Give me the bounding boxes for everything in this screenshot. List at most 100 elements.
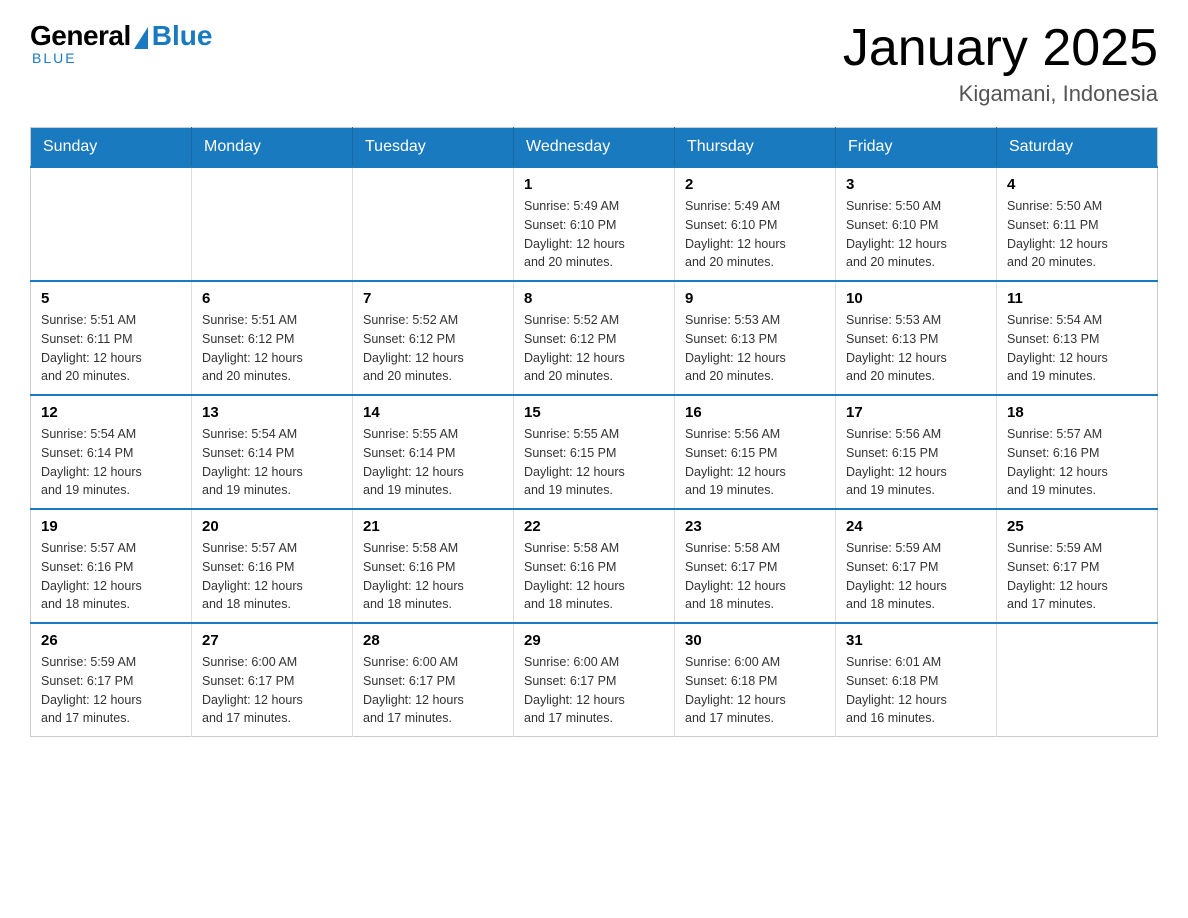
calendar-cell: 1 Sunrise: 5:49 AM Sunset: 6:10 PM Daylig… — [514, 167, 675, 281]
day-number: 11 — [1007, 290, 1147, 307]
logo-general-text: General — [30, 20, 131, 52]
weekday-header-saturday: Saturday — [997, 128, 1158, 168]
day-number: 21 — [363, 518, 503, 535]
day-info: Sunrise: 5:54 AM Sunset: 6:13 PM Dayligh… — [1007, 311, 1147, 386]
day-info: Sunrise: 6:00 AM Sunset: 6:17 PM Dayligh… — [524, 653, 664, 728]
calendar-cell — [997, 623, 1158, 737]
logo: General Blue Blue — [30, 20, 212, 66]
day-number: 4 — [1007, 176, 1147, 193]
calendar-cell: 11 Sunrise: 5:54 AM Sunset: 6:13 PM Dayli… — [997, 281, 1158, 395]
day-info: Sunrise: 5:52 AM Sunset: 6:12 PM Dayligh… — [524, 311, 664, 386]
calendar-cell: 23 Sunrise: 5:58 AM Sunset: 6:17 PM Dayli… — [675, 509, 836, 623]
day-info: Sunrise: 5:58 AM Sunset: 6:16 PM Dayligh… — [524, 539, 664, 614]
day-number: 30 — [685, 632, 825, 649]
day-info: Sunrise: 5:57 AM Sunset: 6:16 PM Dayligh… — [1007, 425, 1147, 500]
day-number: 1 — [524, 176, 664, 193]
calendar-cell: 3Sunrise: 5:50 AM Sunset: 6:10 PM Daylig… — [836, 167, 997, 281]
calendar-cell: 20 Sunrise: 5:57 AM Sunset: 6:16 PM Dayli… — [192, 509, 353, 623]
calendar-cell: 30 Sunrise: 6:00 AM Sunset: 6:18 PM Dayli… — [675, 623, 836, 737]
calendar-cell: 4 Sunrise: 5:50 AM Sunset: 6:11 PM Daylig… — [997, 167, 1158, 281]
day-info: Sunrise: 5:49 AM Sunset: 6:10 PM Dayligh… — [685, 197, 825, 272]
calendar-cell: 26 Sunrise: 5:59 AM Sunset: 6:17 PM Dayli… — [31, 623, 192, 737]
day-info: Sunrise: 5:55 AM Sunset: 6:14 PM Dayligh… — [363, 425, 503, 500]
calendar-cell: 13 Sunrise: 5:54 AM Sunset: 6:14 PM Dayli… — [192, 395, 353, 509]
day-info: Sunrise: 5:50 AM Sunset: 6:11 PM Dayligh… — [1007, 197, 1147, 272]
weekday-header-wednesday: Wednesday — [514, 128, 675, 168]
calendar-cell: 19Sunrise: 5:57 AM Sunset: 6:16 PM Dayli… — [31, 509, 192, 623]
calendar-cell: 22Sunrise: 5:58 AM Sunset: 6:16 PM Dayli… — [514, 509, 675, 623]
calendar-cell — [192, 167, 353, 281]
day-info: Sunrise: 5:55 AM Sunset: 6:15 PM Dayligh… — [524, 425, 664, 500]
day-number: 31 — [846, 632, 986, 649]
day-number: 10 — [846, 290, 986, 307]
calendar-week-row: 26 Sunrise: 5:59 AM Sunset: 6:17 PM Dayli… — [31, 623, 1158, 737]
page-title: January 2025 — [843, 20, 1158, 77]
calendar-table: SundayMondayTuesdayWednesdayThursdayFrid… — [30, 127, 1158, 737]
calendar-cell: 24 Sunrise: 5:59 AM Sunset: 6:17 PM Dayli… — [836, 509, 997, 623]
day-number: 8 — [524, 290, 664, 307]
calendar-cell: 16 Sunrise: 5:56 AM Sunset: 6:15 PM Dayli… — [675, 395, 836, 509]
day-number: 27 — [202, 632, 342, 649]
day-info: Sunrise: 5:58 AM Sunset: 6:16 PM Dayligh… — [363, 539, 503, 614]
weekday-header-friday: Friday — [836, 128, 997, 168]
day-info: Sunrise: 5:57 AM Sunset: 6:16 PM Dayligh… — [202, 539, 342, 614]
calendar-cell: 8 Sunrise: 5:52 AM Sunset: 6:12 PM Daylig… — [514, 281, 675, 395]
calendar-cell: 21 Sunrise: 5:58 AM Sunset: 6:16 PM Dayli… — [353, 509, 514, 623]
day-number: 3 — [846, 176, 986, 193]
calendar-cell: 15 Sunrise: 5:55 AM Sunset: 6:15 PM Dayli… — [514, 395, 675, 509]
day-number: 16 — [685, 404, 825, 421]
logo-tagline: Blue — [32, 50, 77, 66]
day-number: 14 — [363, 404, 503, 421]
day-info: Sunrise: 5:54 AM Sunset: 6:14 PM Dayligh… — [202, 425, 342, 500]
calendar-week-row: 1 Sunrise: 5:49 AM Sunset: 6:10 PM Daylig… — [31, 167, 1158, 281]
day-number: 24 — [846, 518, 986, 535]
calendar-cell — [353, 167, 514, 281]
calendar-cell: 27Sunrise: 6:00 AM Sunset: 6:17 PM Dayli… — [192, 623, 353, 737]
day-number: 17 — [846, 404, 986, 421]
day-info: Sunrise: 5:58 AM Sunset: 6:17 PM Dayligh… — [685, 539, 825, 614]
day-number: 5 — [41, 290, 181, 307]
page-subtitle: Kigamani, Indonesia — [843, 81, 1158, 107]
calendar-header-row: SundayMondayTuesdayWednesdayThursdayFrid… — [31, 128, 1158, 168]
calendar-cell: 31 Sunrise: 6:01 AM Sunset: 6:18 PM Dayli… — [836, 623, 997, 737]
calendar-cell — [31, 167, 192, 281]
day-info: Sunrise: 5:59 AM Sunset: 6:17 PM Dayligh… — [41, 653, 181, 728]
calendar-week-row: 12 Sunrise: 5:54 AM Sunset: 6:14 PM Dayli… — [31, 395, 1158, 509]
day-number: 12 — [41, 404, 181, 421]
day-number: 28 — [363, 632, 503, 649]
day-number: 25 — [1007, 518, 1147, 535]
day-info: Sunrise: 5:51 AM Sunset: 6:11 PM Dayligh… — [41, 311, 181, 386]
calendar-cell: 5 Sunrise: 5:51 AM Sunset: 6:11 PM Daylig… — [31, 281, 192, 395]
day-info: Sunrise: 5:49 AM Sunset: 6:10 PM Dayligh… — [524, 197, 664, 272]
day-info: Sunrise: 5:56 AM Sunset: 6:15 PM Dayligh… — [685, 425, 825, 500]
day-info: Sunrise: 6:01 AM Sunset: 6:18 PM Dayligh… — [846, 653, 986, 728]
day-number: 26 — [41, 632, 181, 649]
day-number: 19 — [41, 518, 181, 535]
day-info: Sunrise: 5:51 AM Sunset: 6:12 PM Dayligh… — [202, 311, 342, 386]
day-number: 29 — [524, 632, 664, 649]
day-number: 13 — [202, 404, 342, 421]
weekday-header-monday: Monday — [192, 128, 353, 168]
day-info: Sunrise: 5:56 AM Sunset: 6:15 PM Dayligh… — [846, 425, 986, 500]
calendar-cell: 7 Sunrise: 5:52 AM Sunset: 6:12 PM Daylig… — [353, 281, 514, 395]
logo-triangle-icon — [134, 27, 148, 49]
page-header: General Blue Blue January 2025 Kigamani,… — [30, 20, 1158, 107]
day-number: 2 — [685, 176, 825, 193]
weekday-header-tuesday: Tuesday — [353, 128, 514, 168]
calendar-cell: 17 Sunrise: 5:56 AM Sunset: 6:15 PM Dayli… — [836, 395, 997, 509]
day-info: Sunrise: 5:54 AM Sunset: 6:14 PM Dayligh… — [41, 425, 181, 500]
calendar-week-row: 5 Sunrise: 5:51 AM Sunset: 6:11 PM Daylig… — [31, 281, 1158, 395]
calendar-cell: 25Sunrise: 5:59 AM Sunset: 6:17 PM Dayli… — [997, 509, 1158, 623]
calendar-cell: 10 Sunrise: 5:53 AM Sunset: 6:13 PM Dayli… — [836, 281, 997, 395]
day-number: 6 — [202, 290, 342, 307]
day-number: 23 — [685, 518, 825, 535]
day-info: Sunrise: 6:00 AM Sunset: 6:18 PM Dayligh… — [685, 653, 825, 728]
day-number: 7 — [363, 290, 503, 307]
calendar-cell: 29 Sunrise: 6:00 AM Sunset: 6:17 PM Dayli… — [514, 623, 675, 737]
day-info: Sunrise: 5:59 AM Sunset: 6:17 PM Dayligh… — [846, 539, 986, 614]
day-info: Sunrise: 5:52 AM Sunset: 6:12 PM Dayligh… — [363, 311, 503, 386]
day-number: 15 — [524, 404, 664, 421]
day-info: Sunrise: 5:53 AM Sunset: 6:13 PM Dayligh… — [846, 311, 986, 386]
day-number: 20 — [202, 518, 342, 535]
weekday-header-sunday: Sunday — [31, 128, 192, 168]
